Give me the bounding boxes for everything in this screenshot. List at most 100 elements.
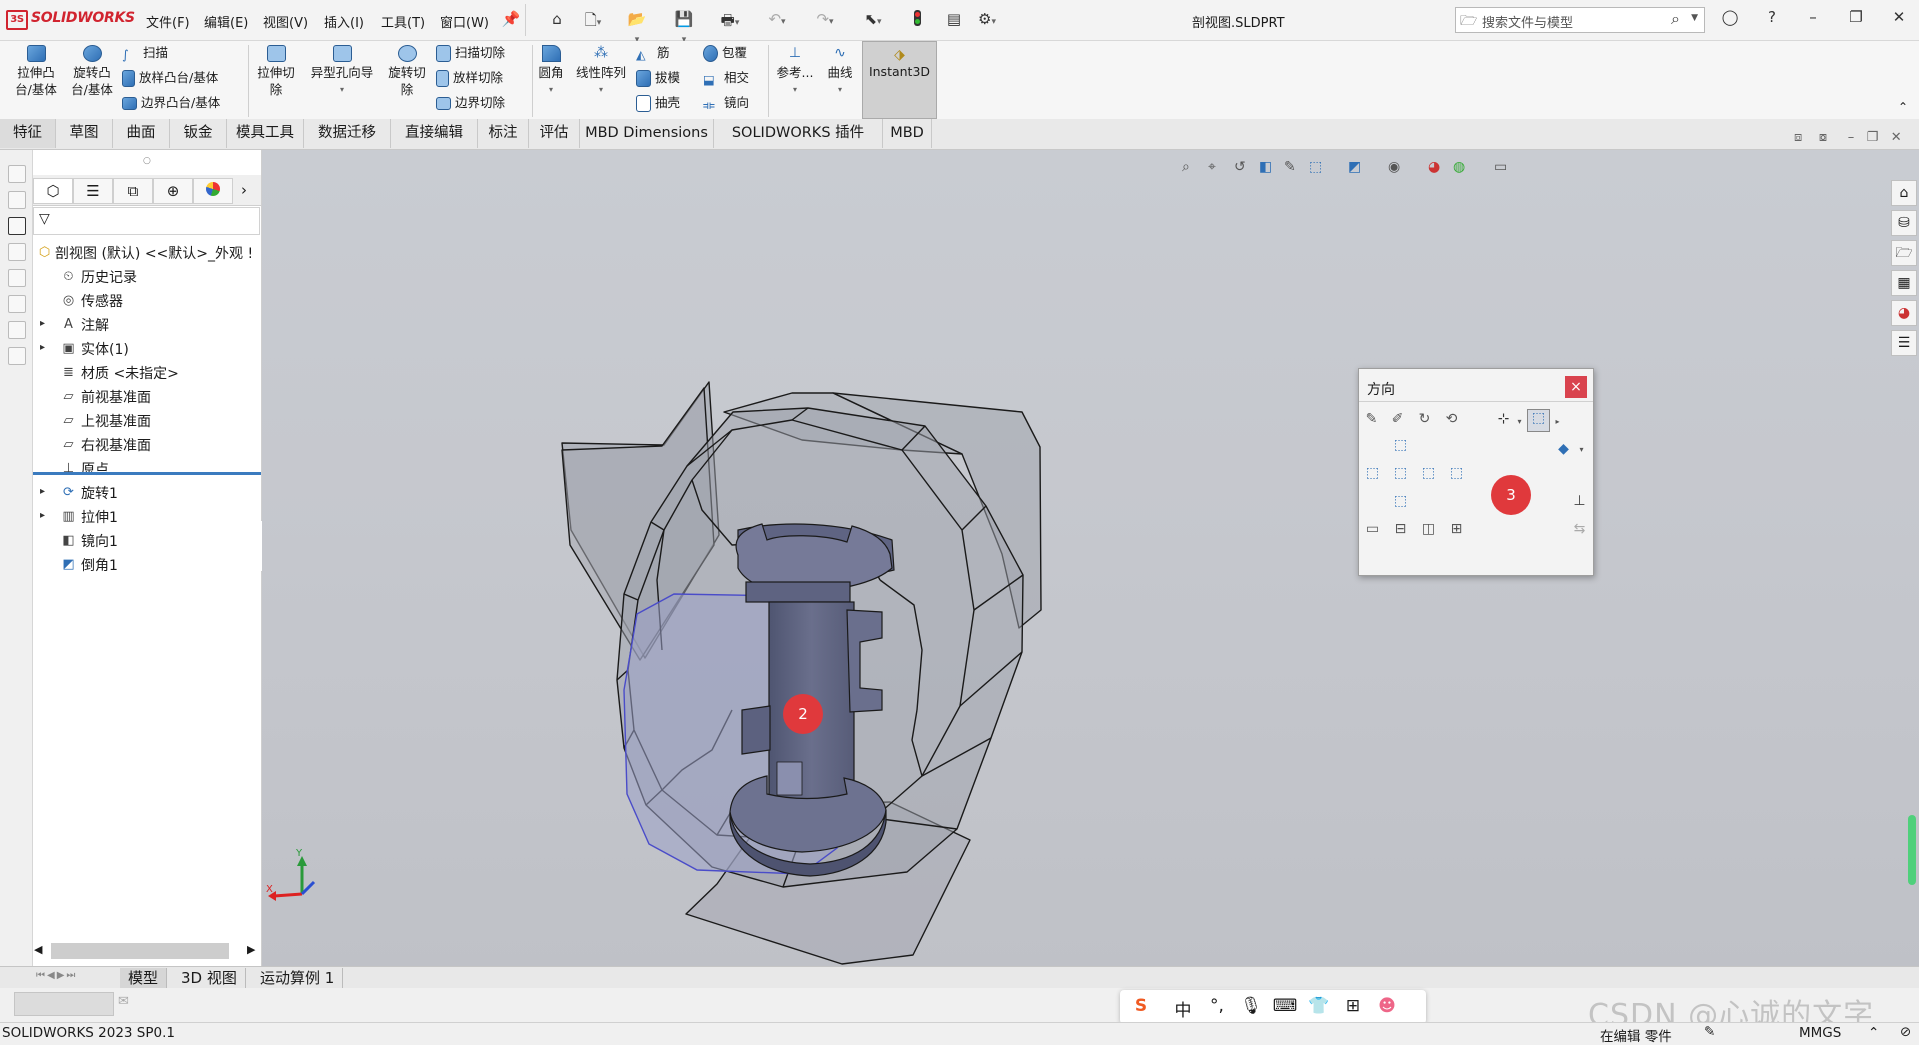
expand-arrow-icon[interactable]: ▸ xyxy=(40,510,45,521)
hole-wizard-dropdown-icon[interactable]: ▾ xyxy=(304,81,380,98)
menu-view[interactable]: 视图(V) xyxy=(263,12,308,31)
menu-edit[interactable]: 编辑(E) xyxy=(204,12,248,31)
home-icon[interactable]: ⌂ xyxy=(546,10,568,30)
tab-evaluate[interactable]: 评估 xyxy=(529,119,580,148)
close-icon[interactable]: ✕ xyxy=(1886,8,1912,30)
tab-direct-editing[interactable]: 直接编辑 xyxy=(391,119,478,148)
text-icon[interactable] xyxy=(8,217,26,235)
hole-wizard-button[interactable]: 异型孔向导 ▾ xyxy=(304,45,380,98)
section-view-model[interactable] xyxy=(262,150,1919,972)
open-icon[interactable]: 📂▾ xyxy=(626,10,648,45)
custom-properties-icon[interactable]: ☰ xyxy=(1891,330,1917,356)
tab-data-migration[interactable]: 数据迁移 xyxy=(304,119,391,148)
more-tabs-icon[interactable]: › xyxy=(233,178,255,202)
configuration-manager-tab-icon[interactable]: ⧉ xyxy=(113,178,153,204)
single-view-icon[interactable]: ▭ xyxy=(1364,521,1381,538)
menu-window[interactable]: 窗口(W) xyxy=(440,12,489,31)
instant3d-button[interactable]: ⬗ Instant3D xyxy=(862,41,937,119)
solidworks-logo[interactable]: 3S SOLIDWORKS xyxy=(6,10,135,30)
tab-motion-study[interactable]: 运动算例 1 xyxy=(252,968,344,988)
reference-dropdown-icon[interactable]: ▾ xyxy=(774,81,816,98)
undo-icon[interactable]: ↶▾ xyxy=(766,10,788,30)
update-view-icon[interactable]: ✐ xyxy=(1389,411,1406,428)
isometric-view-icon[interactable]: ◆ xyxy=(1555,441,1572,458)
balloon-icon[interactable] xyxy=(8,191,26,209)
hatch-icon[interactable] xyxy=(8,347,26,365)
restore-icon[interactable]: ❐ xyxy=(1843,8,1869,30)
viewport-tile-icon[interactable]: ⧈ xyxy=(1794,130,1802,145)
tab-sheet-metal[interactable]: 钣金 xyxy=(170,119,227,148)
rebuild-status-icon[interactable]: ✎ xyxy=(1704,1024,1715,1040)
graphics-area[interactable]: ⌕ ⌖ ↺ ◧ ✎ ⬚ ◩ ◉ ◕ ◍ ▭ ⧈ ⧇ – ❐ ✕ 2 Y X xyxy=(262,130,1919,972)
linear-pattern-button[interactable]: ⁂ 线性阵列 ▾ xyxy=(572,45,630,98)
horizontal-scrollbar[interactable] xyxy=(51,943,229,959)
quick-tips-icon[interactable]: ⊘ xyxy=(1900,1024,1911,1040)
new-document-icon[interactable]: 🗋▾ xyxy=(582,10,604,30)
appearances-icon[interactable]: ◕ xyxy=(1891,300,1917,326)
rebuild-icon[interactable] xyxy=(906,10,928,30)
menu-insert[interactable]: 插入(I) xyxy=(324,12,364,31)
solidworks-resources-icon[interactable]: ⌂ xyxy=(1891,180,1917,206)
tab-features[interactable]: 特征 xyxy=(0,119,56,148)
fillet-button[interactable]: 圆角 ▾ xyxy=(535,45,567,98)
wrap-button[interactable]: 包覆 xyxy=(703,44,747,62)
search-dropdown-icon[interactable]: ▼ xyxy=(1691,13,1698,23)
tree-filter[interactable]: ▽ xyxy=(33,207,260,235)
redo-icon[interactable]: ↷▾ xyxy=(814,10,836,30)
four-view-icon[interactable]: ⊞ xyxy=(1448,521,1465,538)
comment-icon[interactable]: ✉ xyxy=(118,994,129,1009)
microphone-icon[interactable]: 🎙 xyxy=(1238,996,1264,1016)
isometric-dropdown-icon[interactable]: ▾ xyxy=(1573,441,1590,458)
search-box[interactable]: 🗁 搜索文件与模型 ⌕ ▼ xyxy=(1455,7,1705,33)
left-view-icon[interactable]: ⬚ xyxy=(1364,465,1381,482)
revolve-cut-button[interactable]: 旋转切 除 xyxy=(384,45,430,98)
extrude-cut-button[interactable]: 拉伸切 除 xyxy=(253,45,299,98)
pin-dialog-icon[interactable]: ▸ xyxy=(1549,413,1566,430)
search-input[interactable]: 搜索文件与模型 xyxy=(1482,12,1573,31)
pin-icon[interactable]: 📌 xyxy=(500,10,522,30)
geometric-tolerance-icon[interactable] xyxy=(8,269,26,287)
expand-arrow-icon[interactable]: ▸ xyxy=(40,318,45,329)
swept-cut-button[interactable]: 扫描切除 xyxy=(436,44,505,62)
user-account-icon[interactable]: ◯ xyxy=(1717,8,1743,30)
minimize-icon[interactable]: – xyxy=(1800,8,1826,30)
draft-button[interactable]: 拔模 xyxy=(636,69,680,87)
panel-grip[interactable]: ○ xyxy=(143,156,151,166)
surface-finish-icon[interactable] xyxy=(8,295,26,313)
datum-icon[interactable] xyxy=(8,243,26,261)
skin-icon[interactable]: 👕 xyxy=(1306,996,1332,1016)
lofted-cut-button[interactable]: 放样切除 xyxy=(436,69,503,87)
link-views-icon[interactable]: ⇆ xyxy=(1571,521,1588,538)
two-view-horizontal-icon[interactable]: ⊟ xyxy=(1392,521,1409,538)
front-view-icon[interactable]: ⬚ xyxy=(1392,465,1409,482)
normal-to-dropdown-icon[interactable]: ▾ xyxy=(1511,413,1528,430)
scroll-right-icon[interactable]: ▶ xyxy=(247,943,255,956)
loft-button[interactable]: 放样凸台/基体 xyxy=(122,69,218,87)
curves-button[interactable]: ∿ 曲线 ▾ xyxy=(822,45,858,98)
weld-symbol-icon[interactable] xyxy=(8,321,26,339)
view-up-axis-icon[interactable]: ⊥ xyxy=(1571,493,1588,510)
tab-mold-tools[interactable]: 模具工具 xyxy=(227,119,304,148)
view-palette-icon[interactable]: ▦ xyxy=(1891,270,1917,296)
tab-markup[interactable]: 标注 xyxy=(478,119,529,148)
ime-language-toggle[interactable]: 中 xyxy=(1170,996,1196,1021)
menu-file[interactable]: 文件(F) xyxy=(146,12,190,31)
back-view-icon[interactable]: ⬚ xyxy=(1448,465,1465,482)
view-selector-icon[interactable]: ⟲ xyxy=(1443,411,1460,428)
view-cube-toggle-icon[interactable]: ⬚ xyxy=(1527,409,1550,432)
intersect-button[interactable]: ⬓ 相交 xyxy=(703,69,749,87)
expand-arrow-icon[interactable]: ▸ xyxy=(40,342,45,353)
save-icon[interactable]: 💾▾ xyxy=(673,10,695,45)
expand-arrow-icon[interactable]: ▸ xyxy=(40,486,45,497)
reference-geometry-button[interactable]: ⊥ 参考... ▾ xyxy=(774,45,816,98)
unit-selector[interactable] xyxy=(14,992,114,1016)
units-text[interactable]: MMGS xyxy=(1799,1025,1841,1041)
keyboard-icon[interactable]: ⌨ xyxy=(1272,996,1298,1016)
normal-to-icon[interactable]: ⊹ xyxy=(1495,411,1512,428)
tab-mbd-dimensions[interactable]: MBD Dimensions xyxy=(580,119,714,148)
help-icon[interactable]: ? xyxy=(1759,8,1785,30)
scroll-left-icon[interactable]: ◀ xyxy=(34,943,42,956)
units-dropdown-icon[interactable]: ⌃ xyxy=(1868,1025,1879,1041)
boundary-cut-button[interactable]: 边界切除 xyxy=(436,94,505,111)
display-manager-tab-icon[interactable] xyxy=(193,178,233,204)
